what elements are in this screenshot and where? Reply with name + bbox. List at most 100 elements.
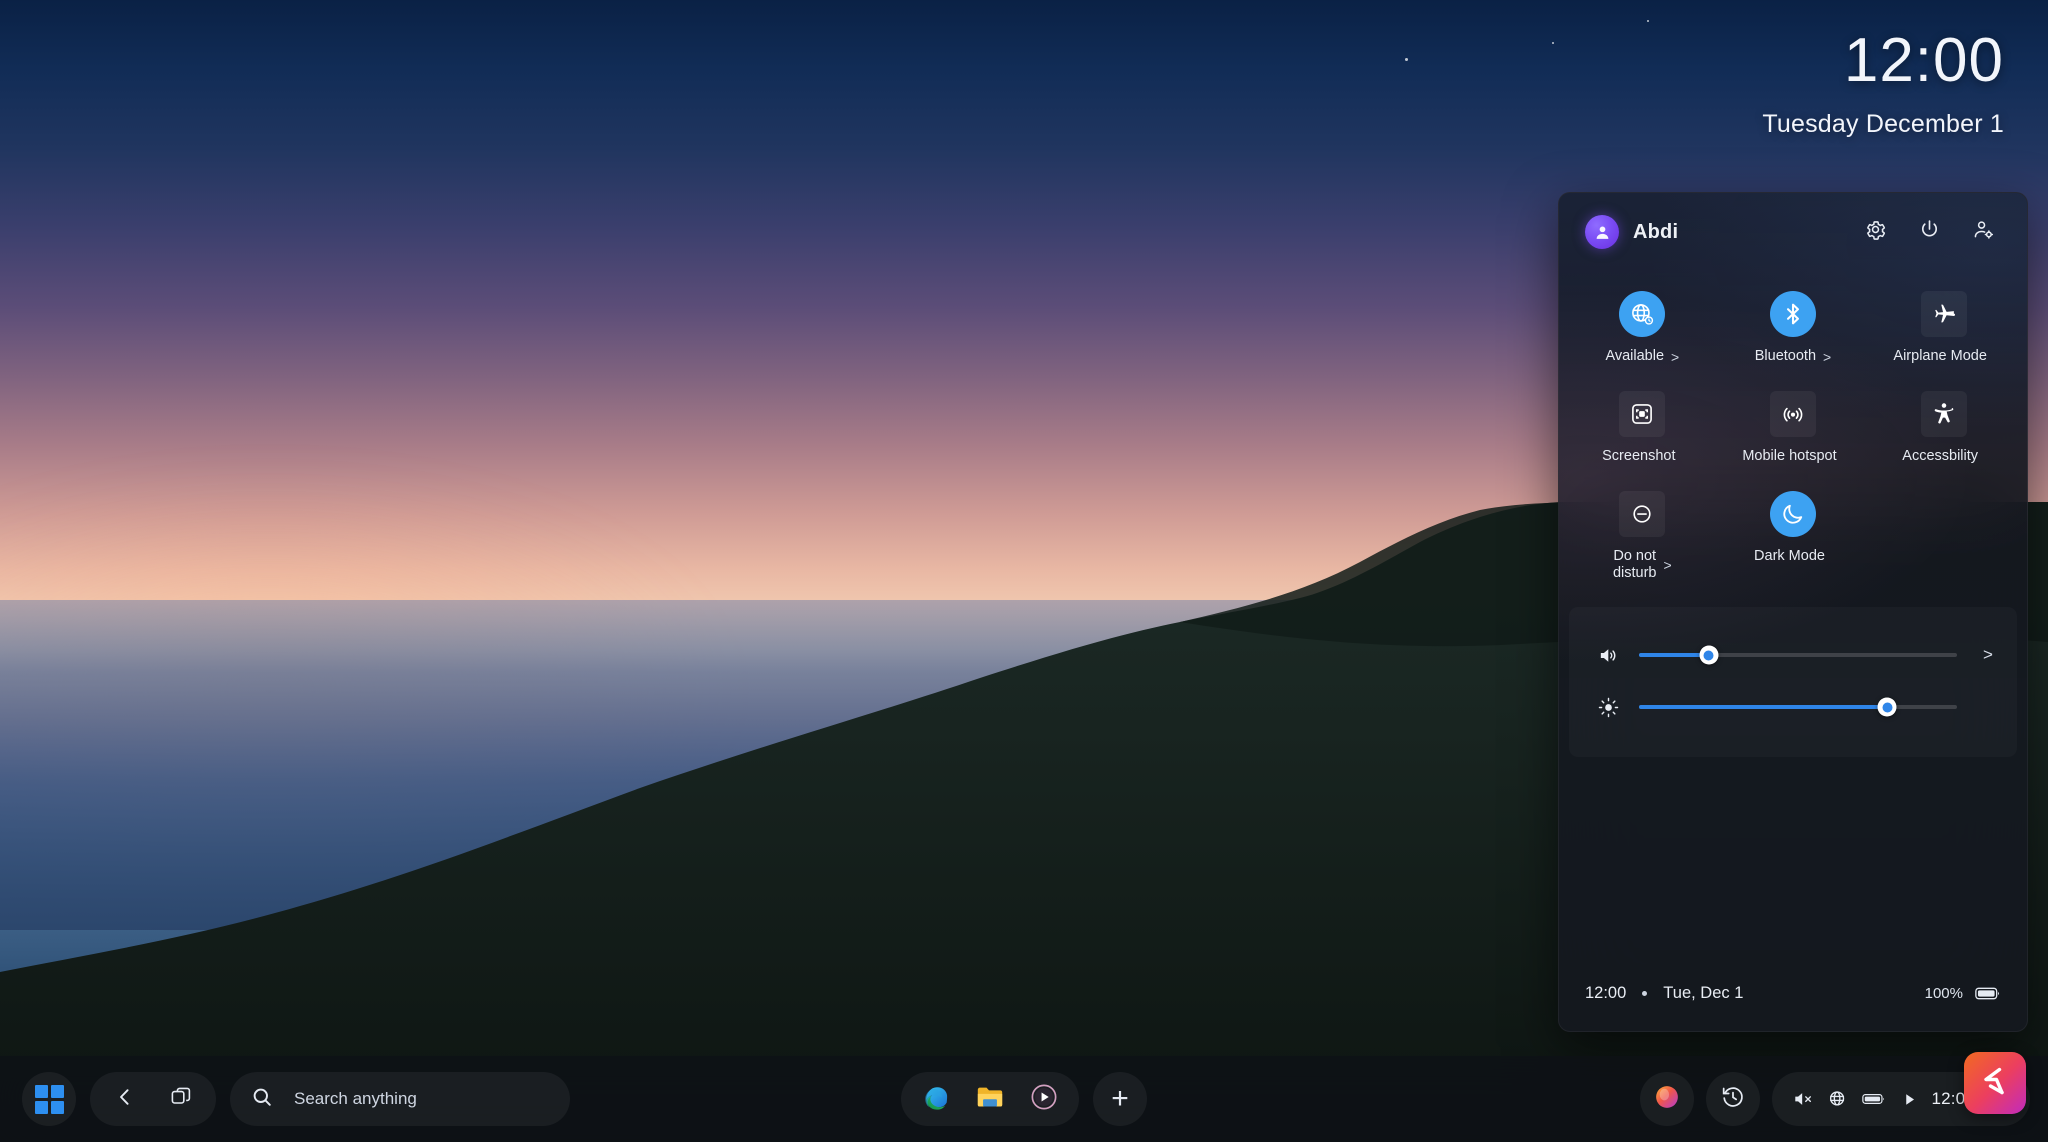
network-globe-icon[interactable] [1827, 1088, 1849, 1110]
tile-available[interactable]: Available > [1567, 285, 1718, 381]
taskbar-center-group: + [901, 1072, 1147, 1126]
do-not-disturb-icon [1619, 491, 1665, 537]
task-view-button[interactable] [156, 1074, 206, 1124]
tile-label-row: Screenshot [1602, 448, 1682, 465]
tile-label: Airplane Mode [1893, 348, 1987, 365]
play-arrow-icon[interactable] [1901, 1091, 1918, 1108]
search-placeholder: Search anything [294, 1089, 417, 1109]
taskbar: Search anything [0, 1056, 2048, 1142]
tile-label: Dark Mode [1754, 548, 1825, 565]
tile-label: Screenshot [1602, 448, 1675, 465]
quick-settings-sliders: > [1569, 607, 2017, 757]
volume-slider-fill [1639, 653, 1709, 657]
tile-label: Bluetooth [1755, 348, 1816, 365]
edge-icon [921, 1082, 951, 1117]
battery-percent: 100% [1925, 985, 1963, 1002]
screenshot-icon [1619, 391, 1665, 437]
tile-label-row: Airplane Mode [1893, 348, 1994, 365]
brightness-icon [1595, 694, 1621, 720]
tile-label: Available [1605, 348, 1664, 365]
brightness-slider[interactable] [1639, 705, 1957, 709]
wifi-globe-icon [1619, 291, 1665, 337]
tile-label-row: Bluetooth > [1755, 348, 1831, 365]
quick-settings-tiles: Available > Bluetooth > [1559, 271, 2027, 607]
lightning-bolt-icon [1975, 1061, 2015, 1106]
desktop-clock-time: 12:00 [1762, 30, 2004, 92]
tile-do-not-disturb[interactable]: Do not disturb > [1567, 485, 1718, 581]
volume-slider-knob[interactable] [1699, 646, 1718, 665]
bluetooth-icon [1770, 291, 1816, 337]
desktop-clock-date: Tuesday December 1 [1762, 110, 2004, 139]
quick-settings-header: Abdi [1559, 193, 2027, 271]
tile-label-row: Do not disturb > [1613, 548, 1672, 582]
clock-history-icon [1720, 1084, 1746, 1115]
start-button[interactable] [22, 1072, 76, 1126]
footer-separator-dot [1642, 991, 1647, 996]
volume-slider-row: > [1569, 629, 2017, 681]
recall-history-button[interactable] [1706, 1072, 1760, 1126]
brightness-slider-fill [1639, 705, 1887, 709]
media-player-icon [1029, 1082, 1059, 1117]
tile-dark-mode[interactable]: Dark Mode [1718, 485, 1869, 581]
tile-label: Mobile hotspot [1742, 448, 1836, 465]
volume-expand-chevron-icon[interactable]: > [1975, 645, 2001, 665]
battery-full-icon [1975, 986, 2001, 1001]
avatar[interactable] [1585, 215, 1619, 249]
wallpaper-star [1405, 58, 1408, 61]
taskbar-app-pill [901, 1072, 1079, 1126]
moon-icon [1770, 491, 1816, 537]
tile-accessibility[interactable]: Accessbility [1868, 385, 2019, 481]
taskbar-app-media-player[interactable] [1019, 1074, 1069, 1124]
wallpaper-star [1552, 42, 1554, 44]
brightness-slider-knob[interactable] [1878, 698, 1897, 717]
chevron-right-icon[interactable]: > [1664, 558, 1672, 572]
tile-label-row: Accessbility [1902, 448, 1985, 465]
battery-icon[interactable] [1862, 1092, 1888, 1106]
volume-mute-icon[interactable] [1792, 1088, 1814, 1110]
wallpaper-star [1647, 20, 1649, 22]
chevron-right-icon[interactable]: > [1671, 350, 1679, 364]
settings-button[interactable] [1855, 212, 1895, 252]
gear-icon [1864, 218, 1887, 246]
task-view-icon [169, 1085, 193, 1114]
tile-screenshot[interactable]: Screenshot [1567, 385, 1718, 481]
windows-logo-icon [35, 1085, 64, 1114]
power-button[interactable] [1909, 212, 1949, 252]
airplane-icon [1921, 291, 1967, 337]
brightness-slider-row [1569, 681, 2017, 733]
user-name: Abdi [1633, 221, 1678, 244]
tile-mobile-hotspot[interactable]: Mobile hotspot [1718, 385, 1869, 481]
tile-label-row: Mobile hotspot [1742, 448, 1843, 465]
tile-label: Accessbility [1902, 448, 1978, 465]
tile-bluetooth[interactable]: Bluetooth > [1718, 285, 1869, 381]
accessibility-icon [1921, 391, 1967, 437]
person-gear-icon [1972, 218, 1995, 246]
quick-settings-panel: Abdi [1558, 192, 2028, 1032]
tile-label-row: Dark Mode [1754, 548, 1832, 565]
taskbar-nav-pill [90, 1072, 216, 1126]
taskbar-left-group: Search anything [22, 1072, 570, 1126]
tile-airplane-mode[interactable]: Airplane Mode [1868, 285, 2019, 381]
desktop-clock-widget: 12:00 Tuesday December 1 [1762, 30, 2004, 139]
speaker-icon[interactable] [1595, 642, 1621, 668]
folder-icon [975, 1082, 1005, 1117]
footer-date: Tue, Dec 1 [1663, 984, 1743, 1003]
power-icon [1918, 218, 1941, 246]
taskbar-app-file-explorer[interactable] [965, 1074, 1015, 1124]
taskbar-app-microsoft-edge[interactable] [911, 1074, 961, 1124]
account-settings-button[interactable] [1963, 212, 2003, 252]
copilot-icon [1652, 1082, 1682, 1117]
footer-time: 12:00 [1585, 984, 1626, 1003]
search-icon [250, 1085, 274, 1114]
search-input[interactable]: Search anything [230, 1072, 570, 1126]
tile-label-row: Available > [1605, 348, 1679, 365]
app-badge-watermark [1964, 1052, 2026, 1114]
chevron-right-icon[interactable]: > [1823, 350, 1831, 364]
back-button[interactable] [100, 1074, 150, 1124]
mobile-hotspot-icon [1770, 391, 1816, 437]
volume-slider[interactable] [1639, 653, 1957, 657]
add-button[interactable]: + [1093, 1072, 1147, 1126]
copilot-button[interactable] [1640, 1072, 1694, 1126]
tile-empty-slot [1868, 485, 2019, 581]
desktop-screen: 12:00 Tuesday December 1 Abdi [0, 0, 2048, 1142]
